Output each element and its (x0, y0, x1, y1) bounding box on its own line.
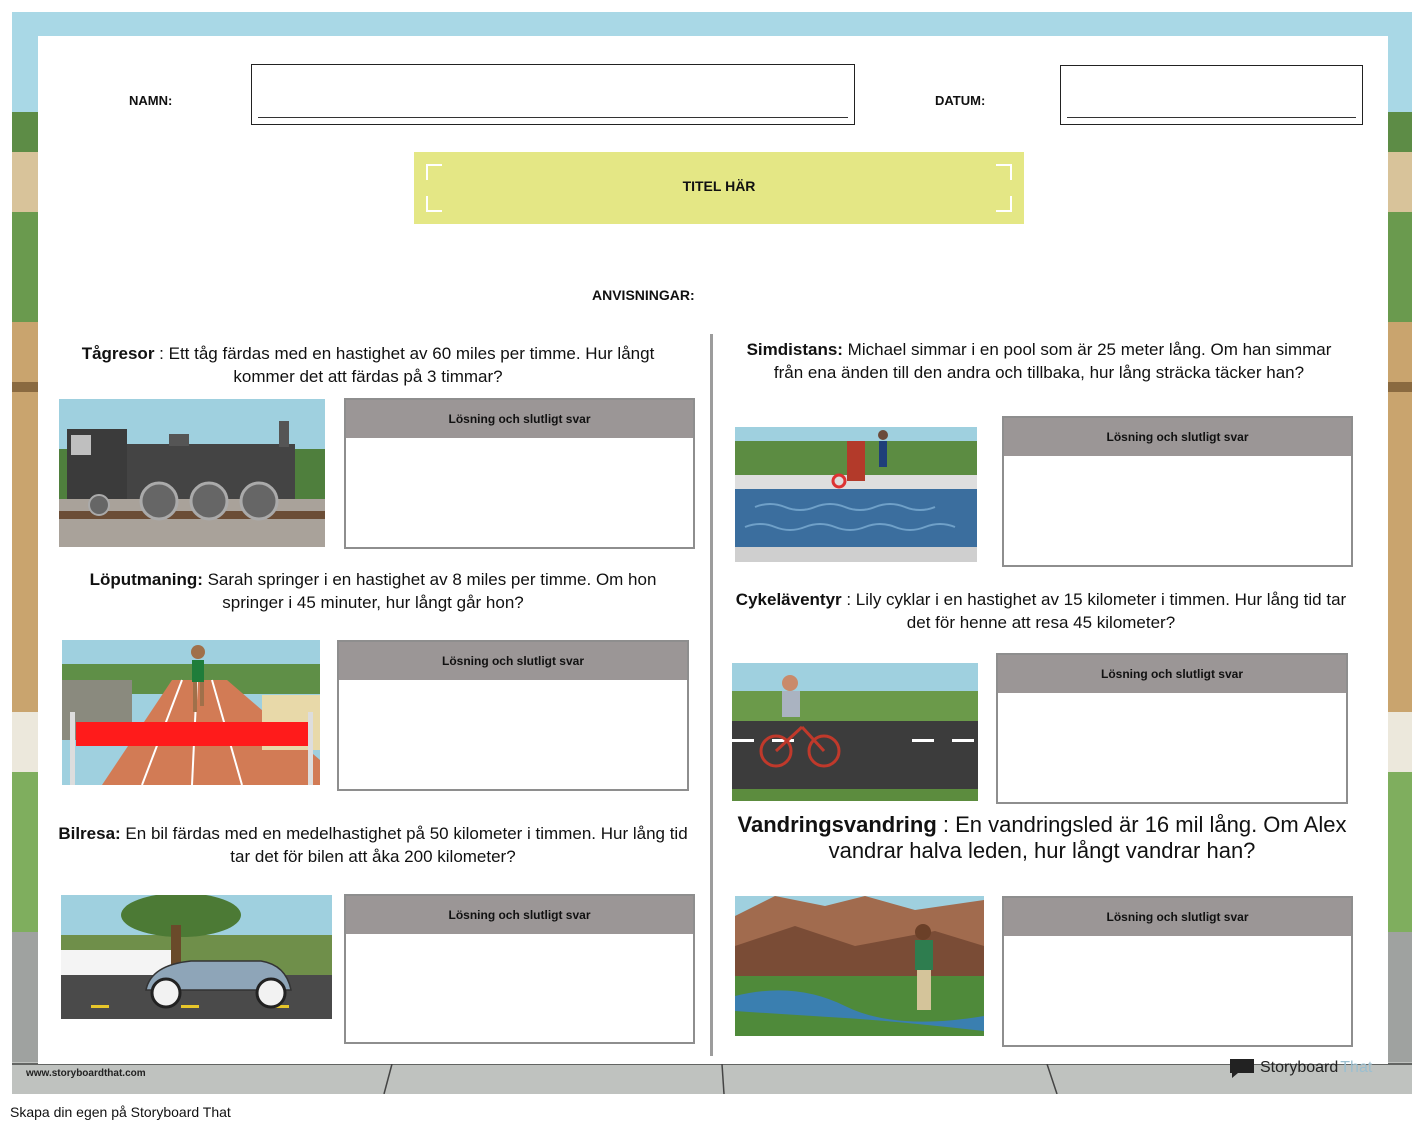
answer-header: Lösning och slutligt svar (346, 896, 693, 934)
name-field[interactable] (251, 64, 855, 125)
problem-text: : Lily cyklar i en hastighet av 15 kilom… (841, 590, 1347, 632)
storyboard-logo[interactable]: Storyboard That (1228, 1056, 1372, 1080)
problem-title: Bilresa: (58, 824, 121, 843)
footer-cta[interactable]: Skapa din egen på Storyboard That (10, 1104, 231, 1120)
problem-title: Cykeläventyr (735, 590, 842, 609)
date-label: DATUM: (935, 93, 986, 108)
answer-box[interactable]: Lösning och slutligt svar (344, 894, 695, 1044)
title-field[interactable]: TITEL HÄR (414, 152, 1024, 224)
speech-bubble-icon (1230, 1059, 1254, 1078)
problem-text: En bil färdas med en medelhastighet på 5… (120, 824, 688, 866)
problem-train: Tågresor : Ett tåg färdas med en hastigh… (58, 342, 678, 388)
answer-box[interactable]: Lösning och slutligt svar (344, 398, 695, 549)
problem-title: Löputmaning: (89, 570, 203, 589)
answer-header: Lösning och slutligt svar (339, 642, 687, 680)
problem-text: Sarah springer i en hastighet av 8 miles… (202, 570, 657, 612)
answer-box[interactable]: Lösning och slutligt svar (337, 640, 689, 791)
problem-car: Bilresa: En bil färdas med en medelhasti… (58, 822, 688, 868)
problem-text: Michael simmar i en pool som är 25 meter… (773, 340, 1332, 382)
answer-header: Lösning och slutligt svar (1004, 898, 1351, 936)
site-url[interactable]: www.storyboardthat.com (26, 1068, 146, 1079)
title-placeholder: TITEL HÄR (682, 178, 756, 194)
problem-title: Vandringsvandring (737, 812, 937, 837)
brand-name: Storyboard (1260, 1059, 1339, 1076)
vintage-car-illustration (61, 895, 332, 1019)
name-label: NAMN: (129, 93, 173, 108)
brand-suffix: That (1340, 1059, 1373, 1076)
column-divider (710, 334, 713, 1056)
hiker-canyon-illustration (735, 896, 984, 1036)
steam-train-illustration (59, 399, 325, 547)
problem-text: : Ett tåg färdas med en hastighet av 60 … (154, 344, 655, 386)
problem-cycling: Cykeläventyr : Lily cyklar i en hastighe… (734, 588, 1348, 634)
cyclist-road-illustration (732, 663, 978, 801)
problem-title: Tågresor (81, 344, 155, 363)
date-field[interactable] (1060, 65, 1363, 125)
answer-header: Lösning och slutligt svar (346, 400, 693, 438)
problem-hiking: Vandringsvandring : En vandringsled är 1… (734, 812, 1350, 864)
answer-box[interactable]: Lösning och slutligt svar (1002, 416, 1353, 567)
answer-box[interactable]: Lösning och slutligt svar (996, 653, 1348, 804)
running-track-illustration (62, 640, 320, 785)
instructions-label: ANVISNINGAR: (592, 287, 695, 303)
answer-header: Lösning och slutligt svar (1004, 418, 1351, 456)
problem-title: Simdistans: (746, 340, 843, 359)
answer-box[interactable]: Lösning och slutligt svar (1002, 896, 1353, 1047)
problem-running: Löputmaning: Sarah springer i en hastigh… (58, 568, 688, 614)
swimming-pool-illustration (735, 427, 977, 562)
problem-swimming: Simdistans: Michael simmar i en pool som… (734, 338, 1344, 384)
answer-header: Lösning och slutligt svar (998, 655, 1346, 693)
